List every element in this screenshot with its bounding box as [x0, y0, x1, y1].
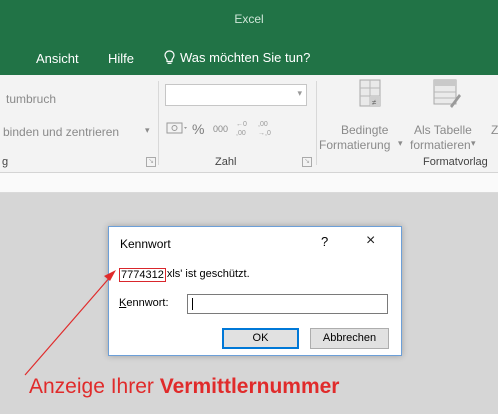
annotation-bold: Vermittlernummer	[159, 375, 340, 398]
annotation-text: Anzeige Ihrer Vermittlernummer	[29, 375, 339, 399]
annotation-arrow	[24, 270, 116, 376]
annotation-prefix: Anzeige Ihrer	[29, 375, 160, 398]
